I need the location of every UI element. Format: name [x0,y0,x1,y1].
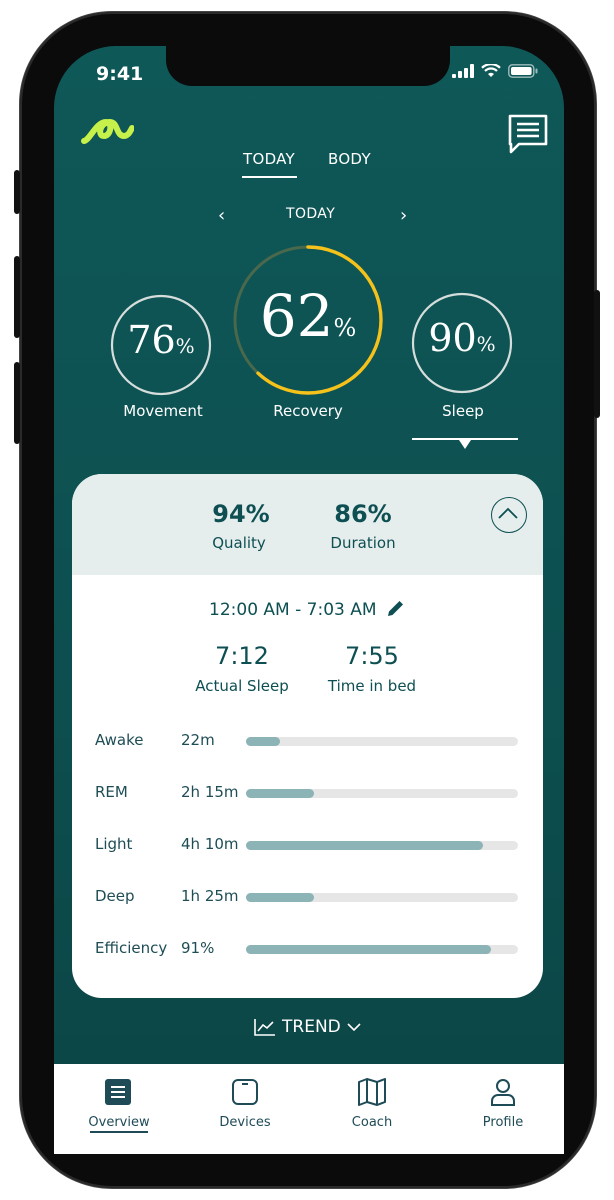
stage-value: 1h 25m [181,887,239,905]
movement-label: Movement [123,402,203,420]
volume-down-button [14,362,20,444]
stage-bar-fill [246,737,280,746]
stage-bar-track [246,945,518,954]
battery-icon [508,64,538,78]
stage-bar-track [246,789,518,798]
stage-bar-track [246,737,518,746]
status-time: 9:41 [96,63,144,85]
movement-value: 76% [111,318,211,362]
chevron-down-icon [347,1023,361,1032]
sleep-number: 90 [428,316,477,360]
duration-label: Duration [330,534,396,552]
trend-label: TREND [282,1017,341,1037]
sleep-detail-card: 94% Quality 86% Duration 12:00 AM - 7:03… [72,474,543,998]
quality-value: 94% [212,500,270,528]
device-icon [232,1079,258,1105]
stage-value: 22m [181,731,215,749]
stage-name: Efficiency [95,939,168,957]
bottom-tab-bar: Overview Devices Coach Profile [54,1064,564,1154]
sleep-caret-icon [459,440,471,449]
tab-overview-underline [90,1131,148,1133]
date-label: TODAY [286,206,336,222]
volume-up-button [14,256,20,338]
chevron-up-icon [498,507,518,519]
recovery-value: 62% [234,282,382,350]
person-icon [491,1079,515,1106]
mute-switch [14,170,20,214]
map-icon [358,1078,386,1106]
power-button [594,290,600,418]
quality-label: Quality [212,534,266,552]
stage-bar-fill [246,841,483,850]
tab-devices-label: Devices [219,1115,271,1130]
actual-sleep-label: Actual Sleep [195,677,289,695]
tab-body[interactable]: BODY [328,150,371,168]
app-logo-icon [81,119,134,144]
stage-bar-fill [246,893,314,902]
next-day-chevron-icon[interactable]: › [400,205,407,226]
stage-bar-track [246,841,518,850]
tab-today[interactable]: TODAY [243,150,295,168]
sleep-summary-header: 94% Quality 86% Duration [72,474,543,575]
stage-name: REM [95,783,128,801]
cellular-signal-icon [452,64,474,78]
stage-bar-fill [246,789,314,798]
stage-name: Deep [95,887,135,905]
duration-value: 86% [334,500,392,528]
movement-unit: % [175,334,195,358]
overview-icon [105,1079,131,1105]
actual-sleep-value: 7:12 [215,642,269,670]
notch [166,46,450,86]
time-in-bed-label: Time in bed [327,677,417,695]
collapse-button[interactable] [491,497,527,533]
tab-overview-label: Overview [88,1115,150,1130]
stage-value: 4h 10m [181,835,239,853]
stage-name: Awake [95,731,144,749]
chat-icon[interactable] [507,113,549,155]
recovery-unit: % [333,314,357,342]
time-in-bed-value: 7:55 [345,642,399,670]
tab-today-underline [242,176,297,178]
sleep-unit: % [476,332,496,356]
stage-value: 2h 15m [181,783,239,801]
recovery-label: Recovery [273,402,343,420]
tab-profile-label: Profile [482,1115,524,1130]
stage-value: 91% [181,939,215,957]
recovery-number: 62 [259,282,334,350]
tab-coach-label: Coach [351,1115,393,1130]
pencil-edit-icon[interactable] [386,598,406,618]
wifi-icon [481,64,501,77]
prev-day-chevron-icon[interactable]: ‹ [218,205,225,226]
time-range-text: 12:00 AM - 7:03 AM [209,600,377,620]
status-icons [452,64,538,78]
stage-name: Light [95,835,133,853]
line-chart-icon [254,1019,275,1036]
stage-bar-track [246,893,518,902]
sleep-time-range[interactable]: 12:00 AM - 7:03 AM [72,598,543,620]
sleep-value: 90% [412,316,512,360]
trend-button[interactable]: TREND [254,1017,361,1037]
stage-bar-fill [246,945,491,954]
sleep-label: Sleep [442,402,484,420]
movement-number: 76 [127,318,176,362]
